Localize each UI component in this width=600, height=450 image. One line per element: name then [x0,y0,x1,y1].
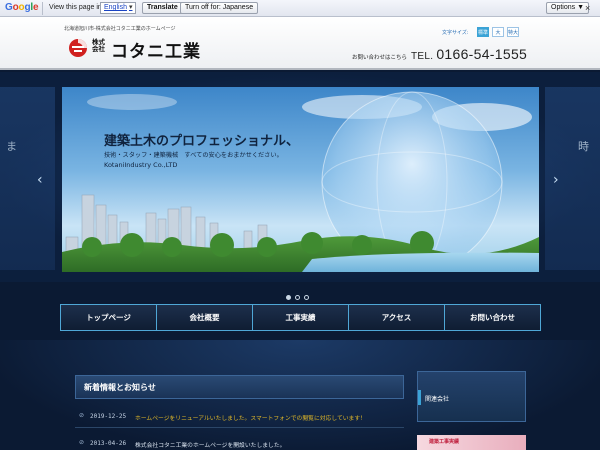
contact-label: お問い合わせはこちら [352,55,408,61]
slider-prev-arrow-icon[interactable]: ‹ [37,172,43,188]
news-item[interactable]: ⊘ 2013-04-26 株式会社コタニ工業のホームページを開設いたしました。 [75,433,404,450]
language-select[interactable]: English ▾ [100,2,137,14]
news-panel: 新着情報とお知らせ ⊘ 2019-12-25 ホームページをリニューアルいたしま… [75,373,404,450]
next-slide-text: 時 [578,140,589,153]
related-companies-panel[interactable]: 関連会社 [417,371,526,422]
slide-subtitle: 技術・スタッフ・建築機械 すべての安心をおまかせください。 [104,152,283,159]
banner-text: 建築工事実績 [429,439,460,445]
news-item[interactable]: ⊘ 2019-12-25 ホームページをリニューアルいたしました。スマートフォン… [75,406,404,428]
tel-prefix: TEL. [411,51,434,62]
news-date: 2013-04-26 [90,440,127,447]
divider [42,2,43,15]
news-text[interactable]: ホームページをリニューアルいたしました。スマートフォンでの閲覧に対応しています！ [135,413,366,422]
news-date: 2019-12-25 [90,413,127,420]
tel-value: 0166-54-1555 [436,46,528,62]
hero-slide[interactable] [62,87,539,272]
site-header: 北海道旭川市-株式会社コタニ工業のホームページ 株式会社 コタニ工業 文字サイズ… [0,17,600,70]
slider-pagination [286,285,313,304]
news-text[interactable]: 株式会社コタニ工業のホームページを開設いたしました。 [135,440,285,449]
nav-item-access[interactable]: アクセス [348,304,445,331]
slide-title: 建築土木のプロフェッショナル、 [104,134,300,149]
phone-number[interactable]: TEL. 0166-54-1555 [411,46,527,62]
nav-item-works[interactable]: 工事実績 [252,304,349,331]
font-size-label: 文字サイズ: [442,30,469,36]
chevron-down-icon: ▾ [128,4,133,11]
works-banner[interactable]: 建築工事実績 [417,435,526,450]
turn-off-button[interactable]: Turn off for: Japanese [180,2,259,14]
slide-company-name: KotaniIndustry Co.,LTD [104,161,178,169]
tagline: 北海道旭川市-株式会社コタニ工業のホームページ [64,26,176,32]
nav-item-company[interactable]: 会社概要 [156,304,253,331]
previous-slide-peek [0,87,55,270]
logo-text[interactable]: コタニ工業 [111,37,201,62]
close-icon[interactable]: × [585,3,590,13]
company-logo-icon[interactable] [68,38,88,58]
font-size-xlarge-button[interactable]: 特大 [507,27,519,37]
slider-dot-3[interactable] [304,295,309,300]
nav-item-contact[interactable]: お問い合わせ [444,304,541,331]
bullet-icon: ⊘ [79,412,85,419]
hero-illustration [62,91,539,272]
main-nav: トップページ 会社概要 工事実績 アクセス お問い合わせ [60,304,541,331]
nav-item-top[interactable]: トップページ [60,304,157,331]
bullet-icon: ⊘ [79,439,85,446]
previous-slide-text: ま [6,140,17,153]
translate-bar: Google View this page in: English ▾ Trans… [0,0,600,17]
logo-small-text: 株式会社 [92,38,105,53]
side-accent-bar [418,390,421,405]
slider-dot-2[interactable] [295,295,300,300]
font-size-normal-button[interactable]: 標準 [477,27,489,37]
language-value: English [104,4,127,11]
slider-next-arrow-icon[interactable]: › [553,172,559,188]
view-label: View this page in: [49,4,104,11]
translate-button[interactable]: Translate [142,2,183,14]
options-button[interactable]: Options ▼ [546,2,589,14]
news-header: 新着情報とお知らせ [75,375,404,399]
google-logo: Google [5,2,39,13]
related-companies-label: 関連会社 [425,396,450,403]
slider-dot-1[interactable] [286,295,291,300]
news-heading: 新着情報とお知らせ [84,383,156,392]
font-size-large-button[interactable]: 大 [492,27,504,37]
